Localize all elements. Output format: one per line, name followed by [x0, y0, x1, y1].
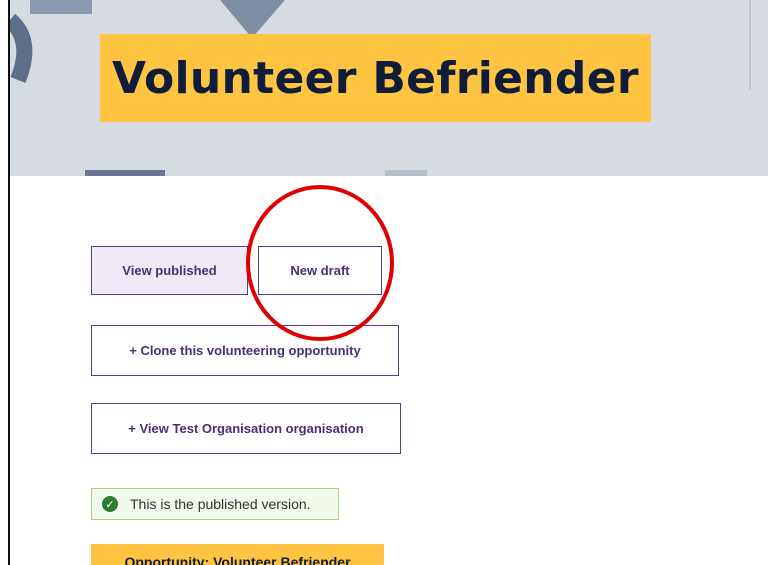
- hero-banner: Volunteer Befriender: [10, 0, 768, 176]
- check-circle-icon: ✓: [102, 496, 118, 512]
- view-published-button[interactable]: View published: [91, 246, 248, 295]
- page-frame: Volunteer Befriender View published New …: [0, 0, 768, 565]
- published-notice-text: This is the published version.: [130, 496, 311, 512]
- clone-opportunity-button[interactable]: + Clone this volunteering opportunity: [91, 325, 399, 376]
- opportunity-tab-label: Opportunity: Volunteer Befriender: [124, 554, 351, 565]
- page-title-banner: Volunteer Befriender: [100, 34, 651, 122]
- page-title: Volunteer Befriender: [112, 52, 639, 104]
- opportunity-tab[interactable]: Opportunity: Volunteer Befriender: [91, 544, 384, 565]
- view-organisation-button[interactable]: + View Test Organisation organisation: [91, 403, 401, 454]
- new-draft-button[interactable]: New draft: [258, 246, 382, 295]
- published-notice: ✓ This is the published version.: [91, 488, 339, 520]
